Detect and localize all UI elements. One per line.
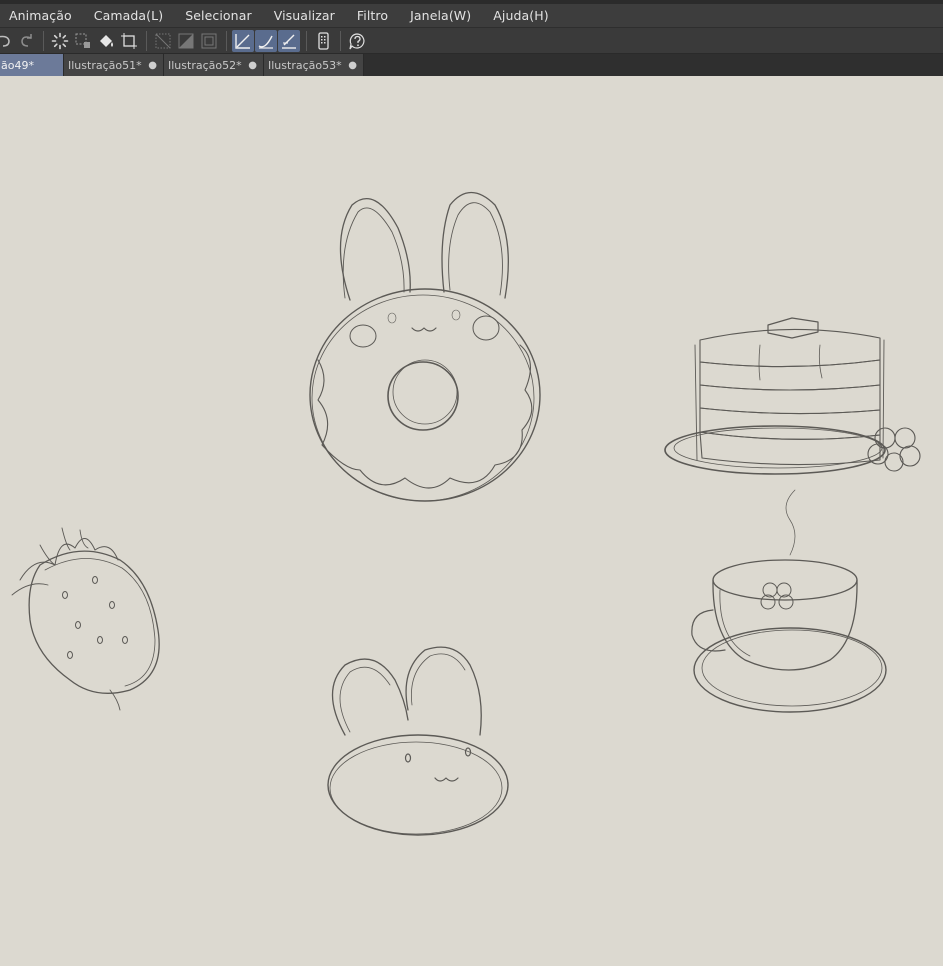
drawing-canvas[interactable] <box>0 76 943 966</box>
tab-close-dot-icon[interactable]: ● <box>148 60 157 71</box>
menu-window[interactable]: Janela(W) <box>410 8 471 23</box>
command-bar <box>0 28 943 54</box>
redo-icon <box>21 33 32 47</box>
crop-button[interactable] <box>118 30 140 52</box>
redo-button[interactable] <box>15 30 37 52</box>
tab-ilustracao-53[interactable]: Ilustração53* ● <box>264 54 364 76</box>
undo-button[interactable] <box>0 30 14 52</box>
tab-document-49[interactable]: ão49* <box>0 54 64 76</box>
snap-special-ruler-active-icon <box>258 35 273 49</box>
select-transform-button[interactable] <box>72 30 94 52</box>
ruler-snap-icon <box>155 33 171 48</box>
tab-label: Ilustração53* <box>268 58 342 72</box>
special-ruler-snap-button[interactable] <box>175 30 197 52</box>
toolbar-separator <box>43 30 44 51</box>
smartphone-button[interactable] <box>312 30 334 52</box>
select-transform-icon <box>75 33 90 48</box>
menu-layer[interactable]: Camada(L) <box>94 8 163 23</box>
document-tabs: ão49* Ilustração51* ● Ilustração52* ● Il… <box>0 54 943 76</box>
fill-icon <box>100 34 113 47</box>
crop-icon <box>121 32 137 49</box>
snap-ruler-active-icon <box>235 33 250 49</box>
loading-button[interactable] <box>49 30 71 52</box>
tab-label: Ilustração51* <box>68 58 142 72</box>
strawberry-sketch <box>11 527 160 711</box>
menu-animation[interactable]: Animação <box>9 8 72 23</box>
snap-grid-button[interactable] <box>278 29 300 52</box>
teacup-sketch <box>691 489 887 713</box>
menu-view[interactable]: Visualizar <box>274 8 335 23</box>
tab-close-dot-icon[interactable]: ● <box>348 60 357 71</box>
tab-label: Ilustração52* <box>168 58 242 72</box>
loading-icon <box>51 32 69 49</box>
grid-snap-icon <box>201 33 217 48</box>
toolbar-separator <box>146 30 147 51</box>
bunny-mochi-sketch <box>327 646 509 836</box>
snap-ruler-button[interactable] <box>232 29 254 52</box>
toolbar-separator <box>226 30 227 51</box>
fill-button[interactable] <box>95 30 117 52</box>
menu-help[interactable]: Ajuda(H) <box>493 8 549 23</box>
undo-icon <box>0 35 10 47</box>
special-ruler-snap-icon <box>178 33 194 48</box>
toolbar-separator <box>340 30 341 51</box>
snap-special-ruler-button[interactable] <box>255 29 277 52</box>
toolbar-separator <box>306 30 307 51</box>
grid-snap-button[interactable] <box>198 30 220 52</box>
tab-label: ão49* <box>1 58 34 72</box>
sketch-layer <box>11 191 921 836</box>
tab-ilustracao-51[interactable]: Ilustração51* ● <box>64 54 164 76</box>
bunny-donut-sketch <box>309 191 541 502</box>
tab-close-dot-icon[interactable]: ● <box>248 60 257 71</box>
menu-select[interactable]: Selecionar <box>185 8 252 23</box>
pancake-stack-sketch <box>664 317 921 475</box>
help-button[interactable] <box>346 30 368 52</box>
snap-grid-active-icon <box>282 34 296 49</box>
smartphone-icon <box>318 31 329 50</box>
tab-ilustracao-52[interactable]: Ilustração52* ● <box>164 54 264 76</box>
ruler-snap-button[interactable] <box>152 30 174 52</box>
menubar: Animação Camada(L) Selecionar Visualizar… <box>0 4 943 28</box>
menu-filter[interactable]: Filtro <box>357 8 388 23</box>
help-icon <box>349 32 365 49</box>
